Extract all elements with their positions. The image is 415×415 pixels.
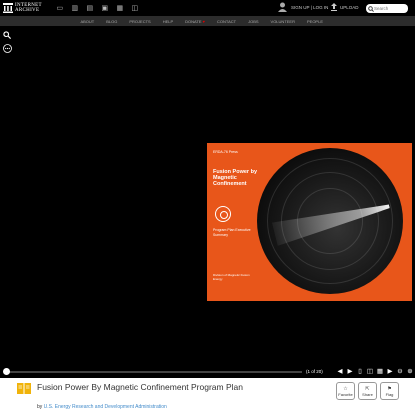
cover-series: ERDA-76 Press bbox=[213, 150, 238, 154]
upload-icon bbox=[331, 3, 337, 11]
two-page-view-icon[interactable]: ◫ bbox=[366, 367, 374, 375]
item-details: Fusion Power By Magnetic Confinement Pro… bbox=[0, 378, 415, 415]
audio-icon[interactable]: ▣ bbox=[101, 4, 109, 12]
book-cover-page: ERDA-76 Press Fusion Power by Magnetic C… bbox=[207, 143, 412, 301]
video-icon[interactable]: ▤ bbox=[86, 4, 94, 12]
more-options-icon[interactable] bbox=[3, 44, 12, 55]
heart-icon: ♥ bbox=[202, 18, 206, 24]
favorite-label: Favorite bbox=[338, 391, 353, 397]
archive-building-icon bbox=[3, 3, 13, 13]
item-actions: ☆ Favorite ⇱ Share ⚑ Flag bbox=[336, 382, 399, 400]
book-reader: ERDA-76 Press Fusion Power by Magnetic C… bbox=[0, 26, 415, 376]
user-menu[interactable]: SIGN UP | LOG IN bbox=[278, 2, 328, 12]
page-indicator: (1 of 20) bbox=[306, 369, 323, 374]
next-page-icon[interactable]: ▶ bbox=[346, 367, 354, 375]
nav-help[interactable]: HELP bbox=[163, 19, 173, 24]
cover-subtitle: Program Plan Executive Summary bbox=[213, 228, 251, 237]
favorite-button[interactable]: ☆ Favorite bbox=[336, 382, 355, 400]
upload-label: UPLOAD bbox=[340, 4, 359, 10]
search-input[interactable] bbox=[374, 6, 406, 11]
donate-label: DONATE bbox=[185, 18, 202, 24]
sign-up-log-in-link[interactable]: SIGN UP | LOG IN bbox=[291, 5, 328, 10]
nav-contact[interactable]: CONTACT bbox=[217, 19, 236, 24]
texts-icon[interactable]: ▥ bbox=[71, 4, 79, 12]
user-icon bbox=[278, 2, 287, 12]
flag-label: Flag bbox=[385, 391, 394, 397]
zoom-out-icon[interactable]: ⊖ bbox=[396, 367, 404, 375]
top-nav: ABOUT BLOG PROJECTS HELP DONATE ♥ CONTAC… bbox=[0, 16, 415, 26]
previous-page-icon[interactable]: ◀ bbox=[336, 367, 344, 375]
zoom-in-icon[interactable]: ⊕ bbox=[406, 367, 414, 375]
share-label: Share bbox=[362, 391, 373, 397]
item-title: Fusion Power By Magnetic Confinement Pro… bbox=[37, 382, 243, 392]
nav-blog[interactable]: BLOG bbox=[106, 19, 117, 24]
reader-control-icons: ◀ ▶ ▯ ◫ ▦ ▶ ⊖ ⊕ ⤢ bbox=[336, 367, 415, 375]
nav-volunteer[interactable]: VOLUNTEER bbox=[271, 19, 295, 24]
nav-projects[interactable]: PROJECTS bbox=[129, 19, 150, 24]
nav-donate[interactable]: DONATE ♥ bbox=[185, 19, 205, 24]
play-icon[interactable]: ▶ bbox=[386, 367, 394, 375]
upload-button[interactable]: UPLOAD bbox=[331, 3, 359, 11]
top-bar: INTERNET ARCHIVE ▭ ▥ ▤ ▣ ▦ ◫ SIGN UP | L… bbox=[0, 0, 415, 16]
page-slider-track[interactable] bbox=[6, 371, 302, 373]
software-icon[interactable]: ▦ bbox=[116, 4, 124, 12]
internet-archive-logo[interactable]: INTERNET ARCHIVE bbox=[3, 3, 42, 13]
one-page-view-icon[interactable]: ▯ bbox=[356, 367, 364, 375]
by-prefix: by bbox=[37, 404, 43, 410]
cover-footer: Division of Magnetic Fusion Energy bbox=[213, 273, 250, 281]
flag-button[interactable]: ⚑ Flag bbox=[380, 382, 399, 400]
reader-controls: (1 of 20) ◀ ▶ ▯ ◫ ▦ ▶ ⊖ ⊕ ⤢ bbox=[0, 366, 415, 378]
web-icon[interactable]: ▭ bbox=[56, 4, 64, 12]
nav-about[interactable]: ABOUT bbox=[80, 19, 94, 24]
share-button[interactable]: ⇱ Share bbox=[358, 382, 377, 400]
erda-seal-icon bbox=[215, 206, 231, 222]
images-icon[interactable]: ◫ bbox=[131, 4, 139, 12]
nav-people[interactable]: PEOPLE bbox=[307, 19, 323, 24]
cover-title: Fusion Power by Magnetic Confinement bbox=[213, 169, 258, 187]
logo-line-2: ARCHIVE bbox=[15, 8, 40, 13]
media-type-icons: ▭ ▥ ▤ ▣ ▦ ◫ bbox=[56, 4, 139, 12]
item-byline: by U.S. Energy Research and Development … bbox=[37, 404, 167, 410]
plasma-torus-image bbox=[257, 148, 403, 294]
book-icon bbox=[17, 383, 31, 394]
page-slider-handle[interactable] bbox=[2, 368, 10, 375]
thumbnail-view-icon[interactable]: ▦ bbox=[376, 367, 384, 375]
nav-jobs[interactable]: JOBS bbox=[248, 19, 258, 24]
search-box bbox=[366, 4, 408, 13]
logo-text: INTERNET ARCHIVE bbox=[15, 3, 42, 13]
reader-search-icon[interactable] bbox=[3, 31, 12, 41]
author-link[interactable]: U.S. Energy Research and Development Adm… bbox=[44, 404, 167, 410]
